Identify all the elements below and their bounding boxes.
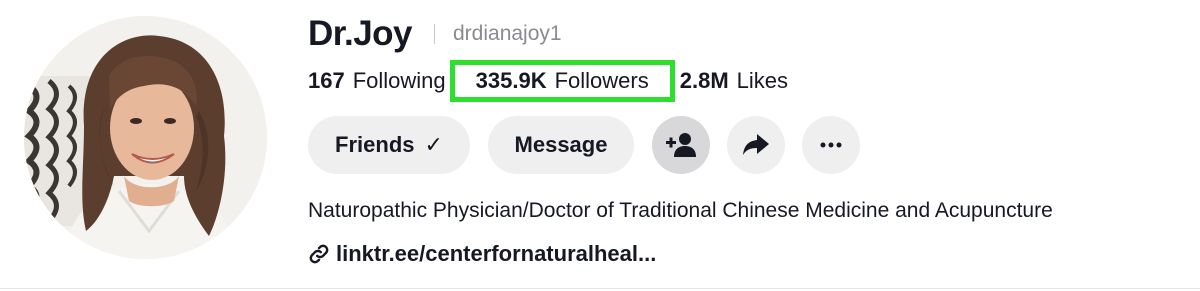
check-icon: ✓	[424, 132, 443, 157]
name-divider	[434, 24, 435, 44]
profile-avatar[interactable]	[24, 16, 267, 259]
likes-count: 2.8M	[679, 68, 729, 93]
likes-label: Likes	[736, 68, 789, 93]
friends-button[interactable]: Friends ✓	[308, 116, 470, 174]
profile-actions: Friends ✓ Message	[308, 116, 877, 174]
following-stat[interactable]: 167 Following	[308, 68, 446, 94]
following-count: 167	[308, 68, 345, 93]
add-friend-button[interactable]	[652, 116, 710, 174]
following-label: Following	[352, 68, 446, 93]
display-name: Dr.Joy	[308, 14, 413, 53]
divider-line	[0, 288, 1200, 289]
more-options-button[interactable]	[802, 116, 860, 174]
message-label: Message	[514, 132, 608, 157]
followers-label: Followers	[554, 68, 649, 93]
add-person-icon	[666, 132, 696, 158]
link-icon	[308, 243, 330, 265]
username: drdianajoy1	[453, 22, 562, 45]
profile-stats: 167 Following 335.9K Followers 2.8M Like…	[308, 60, 788, 102]
share-arrow-icon	[743, 134, 769, 156]
likes-stat: 2.8M Likes	[680, 68, 788, 94]
message-button[interactable]: Message	[488, 116, 634, 174]
followers-stat[interactable]: 335.9K Followers	[449, 60, 675, 102]
avatar-photo	[24, 16, 267, 259]
bio-link-text: linktr.ee/centerfornaturalheal...	[336, 241, 657, 266]
share-button[interactable]	[727, 116, 785, 174]
name-row: Dr.Joy drdianajoy1	[308, 14, 562, 54]
more-dots-icon	[820, 142, 842, 148]
followers-count: 335.9K	[475, 68, 547, 93]
bio-link[interactable]: linktr.ee/centerfornaturalheal...	[308, 241, 656, 267]
bio-text: Naturopathic Physician/Doctor of Traditi…	[308, 199, 1053, 222]
friends-label: Friends	[335, 132, 415, 157]
